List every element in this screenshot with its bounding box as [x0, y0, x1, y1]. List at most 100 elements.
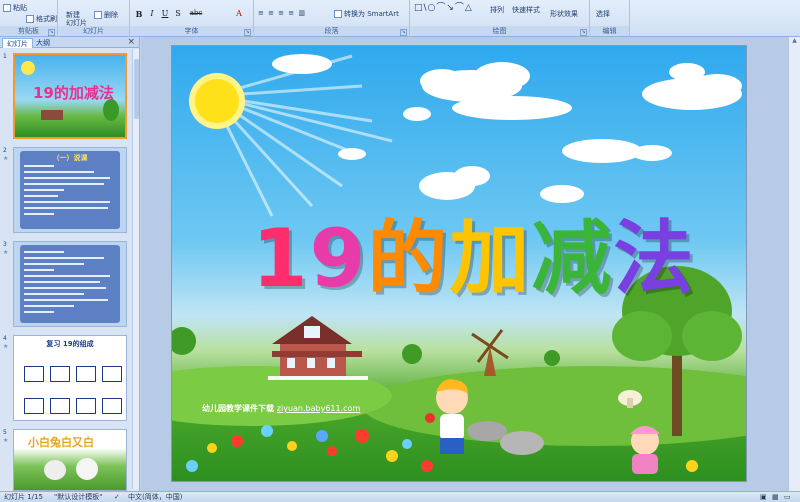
- thumb-title: 19的加减法: [33, 84, 114, 102]
- quick-styles-button[interactable]: 快速样式: [512, 5, 540, 15]
- font-color-button[interactable]: A: [234, 9, 244, 18]
- title-char: 加: [449, 212, 532, 305]
- rabbit-icon: [76, 458, 98, 480]
- title-char: 9: [309, 212, 368, 305]
- drawing-launcher-icon[interactable]: ↘: [580, 29, 587, 36]
- strike-button[interactable]: abc: [188, 9, 204, 17]
- text-line: [24, 183, 104, 185]
- bush-icon: [544, 350, 560, 366]
- group-label-paragraph: 段落: [254, 26, 409, 36]
- thumb-preview: [13, 241, 127, 327]
- sun-rays: [210, 54, 393, 217]
- scroll-thumb[interactable]: [134, 59, 139, 119]
- tab-outline[interactable]: 大纲: [32, 38, 54, 48]
- select-button[interactable]: 选择: [596, 9, 610, 19]
- align-buttons[interactable]: ≡ ≡ ≡ ≡ ▥: [258, 9, 306, 17]
- thumb-number: 4: [3, 335, 7, 342]
- shape-effects-button[interactable]: 形状效果: [550, 9, 578, 19]
- house-icon: [268, 316, 368, 380]
- editing-group: 选择 编辑: [590, 0, 630, 37]
- current-slide[interactable]: 19的加减法 幼儿园教学课件下载 ziyuan.baby611.com: [171, 45, 747, 482]
- italic-button[interactable]: I: [147, 9, 157, 18]
- font-launcher-icon[interactable]: ↘: [244, 29, 251, 36]
- close-pane-icon[interactable]: ×: [127, 37, 135, 47]
- smartart-icon: [334, 10, 342, 18]
- format-painter-label: 格式刷: [36, 15, 57, 23]
- watermark-url[interactable]: ziyuan.baby611.com: [277, 404, 360, 413]
- underline-button[interactable]: U: [160, 9, 170, 18]
- brush-icon: [26, 15, 34, 23]
- thumb-paper: [20, 245, 120, 323]
- spellcheck-icon[interactable]: ✓: [114, 492, 120, 502]
- delete-label: 删除: [104, 11, 118, 19]
- text-line: [24, 177, 110, 179]
- text-line: [24, 311, 54, 313]
- windmill-icon: [471, 329, 509, 376]
- sun-icon: [21, 61, 35, 75]
- group-label-font: 字体: [130, 26, 253, 36]
- new-slide-button[interactable]: 新建 幻灯片: [66, 3, 90, 27]
- clipboard-launcher-icon[interactable]: ↘: [48, 29, 55, 36]
- delete-icon: [94, 11, 102, 19]
- font-group: B I U S abc A 字体 ↘: [130, 0, 254, 37]
- view-normal-icon[interactable]: ▣: [760, 492, 767, 502]
- clipboard-group: 粘贴 格式刷 剪贴板 ↘: [0, 0, 58, 37]
- text-line: [24, 275, 110, 277]
- diagram-box: [76, 366, 96, 382]
- thumb-title: 复习 19的组成: [46, 340, 94, 348]
- animation-star-icon: ★: [3, 249, 9, 256]
- paste-label: 粘贴: [13, 4, 27, 12]
- bold-button[interactable]: B: [134, 9, 144, 19]
- slide-title[interactable]: 19的加减法: [252, 194, 695, 310]
- title-char: 的: [367, 212, 450, 305]
- paste-button[interactable]: 粘贴: [3, 3, 27, 13]
- new-slide-label: 新建 幻灯片: [66, 11, 87, 27]
- thumb-number: 5: [3, 429, 7, 436]
- watermark-text: 幼儿园教学课件下载: [202, 404, 274, 413]
- shape-effects-label: 形状效果: [550, 10, 578, 18]
- view-sorter-icon[interactable]: ▦: [772, 492, 779, 502]
- diagram-box: [24, 398, 44, 414]
- title-char: 1: [252, 212, 310, 305]
- bush-icon: [402, 344, 422, 364]
- convert-smartart-label: 转换为 SmartArt: [344, 10, 399, 18]
- text-line: [24, 189, 64, 191]
- delete-slide-button[interactable]: 删除: [94, 10, 118, 20]
- diagram-box: [76, 398, 96, 414]
- arrange-button[interactable]: 排列: [490, 5, 504, 15]
- thumbnail-scrollbar[interactable]: [132, 49, 139, 489]
- arrange-label: 排列: [490, 6, 504, 14]
- shadow-button[interactable]: S: [173, 9, 183, 18]
- text-line: [24, 213, 54, 215]
- thumb-number: 3: [3, 241, 7, 248]
- title-char: 减: [531, 212, 614, 305]
- text-line: [24, 305, 74, 307]
- rock-icon: [467, 421, 507, 441]
- view-slideshow-icon[interactable]: ▭: [784, 492, 791, 502]
- bush-icon: [172, 327, 196, 355]
- convert-smartart-button[interactable]: 转换为 SmartArt: [334, 9, 399, 19]
- text-line: [24, 257, 104, 259]
- quick-styles-label: 快速样式: [512, 6, 540, 14]
- tree-icon: [103, 99, 119, 121]
- group-label-editing: 编辑: [590, 26, 629, 36]
- slide-scrollbar[interactable]: ▲: [788, 37, 800, 491]
- theme-name[interactable]: "默认设计模板": [54, 492, 102, 502]
- text-line: [24, 251, 64, 253]
- diagram-box: [50, 398, 70, 414]
- thumbnail-pane: 幻灯片 大纲 × 1 19的加减法 2 ★ （一）说课 3 ★ 4 ★ 复习 1…: [0, 37, 140, 491]
- format-painter-button[interactable]: 格式刷: [26, 14, 57, 24]
- sun-icon: [195, 79, 239, 123]
- paragraph-launcher-icon[interactable]: ↘: [400, 29, 407, 36]
- tab-slides[interactable]: 幻灯片: [2, 38, 33, 48]
- thumb-title: 小白兔白又白: [28, 436, 94, 449]
- scroll-up-icon[interactable]: ▲: [789, 37, 800, 47]
- language[interactable]: 中文(简体，中国): [128, 492, 182, 502]
- text-line: [24, 165, 54, 167]
- group-label-drawing: 绘图: [410, 26, 589, 36]
- diagram-box: [50, 366, 70, 382]
- rock-icon: [500, 431, 544, 455]
- slide-editor: 19的加减法 幼儿园教学课件下载 ziyuan.baby611.com ▲: [141, 37, 800, 491]
- shapes-gallery[interactable]: □\○⌒↘⌒△: [414, 0, 473, 13]
- thumb-preview: 小白兔白又白: [13, 429, 127, 491]
